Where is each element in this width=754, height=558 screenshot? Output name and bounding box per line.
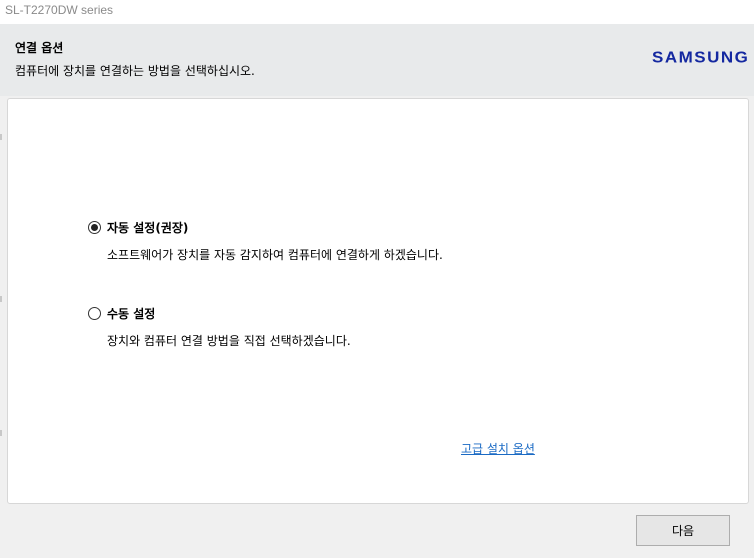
content-panel: 자동 설정(권장) 소프트웨어가 장치를 자동 감지하여 컴퓨터에 연결하게 하… <box>7 98 749 504</box>
page-subtitle: 컴퓨터에 장치를 연결하는 방법을 선택하십시오. <box>15 64 255 78</box>
window-edge-mark <box>0 430 2 436</box>
next-button[interactable]: 다음 <box>636 515 730 546</box>
header-panel: 연결 옵션 컴퓨터에 장치를 연결하는 방법을 선택하십시오. SAMSUNG <box>0 24 754 96</box>
radio-auto-setup[interactable] <box>88 221 101 234</box>
option-auto-description: 소프트웨어가 장치를 자동 감지하여 컴퓨터에 연결하게 하겠습니다. <box>107 248 443 262</box>
page-title: 연결 옵션 <box>15 41 64 55</box>
title-bar: SL-T2270DW series <box>0 0 754 24</box>
option-manual-setup[interactable]: 수동 설정 장치와 컴퓨터 연결 방법을 직접 선택하겠습니다. <box>88 305 351 349</box>
window-edge-mark <box>0 296 2 302</box>
option-auto-setup[interactable]: 자동 설정(권장) 소프트웨어가 장치를 자동 감지하여 컴퓨터에 연결하게 하… <box>88 219 443 263</box>
radio-manual-setup[interactable] <box>88 307 101 320</box>
window-title: SL-T2270DW series <box>5 3 114 17</box>
option-manual-description: 장치와 컴퓨터 연결 방법을 직접 선택하겠습니다. <box>107 334 351 348</box>
option-manual-label: 수동 설정 <box>107 307 156 321</box>
advanced-install-options-link[interactable]: 고급 설치 옵션 <box>461 440 535 457</box>
samsung-logo: SAMSUNG <box>652 48 750 67</box>
window-edge-mark <box>0 134 2 140</box>
option-auto-label: 자동 설정(권장) <box>107 221 189 235</box>
